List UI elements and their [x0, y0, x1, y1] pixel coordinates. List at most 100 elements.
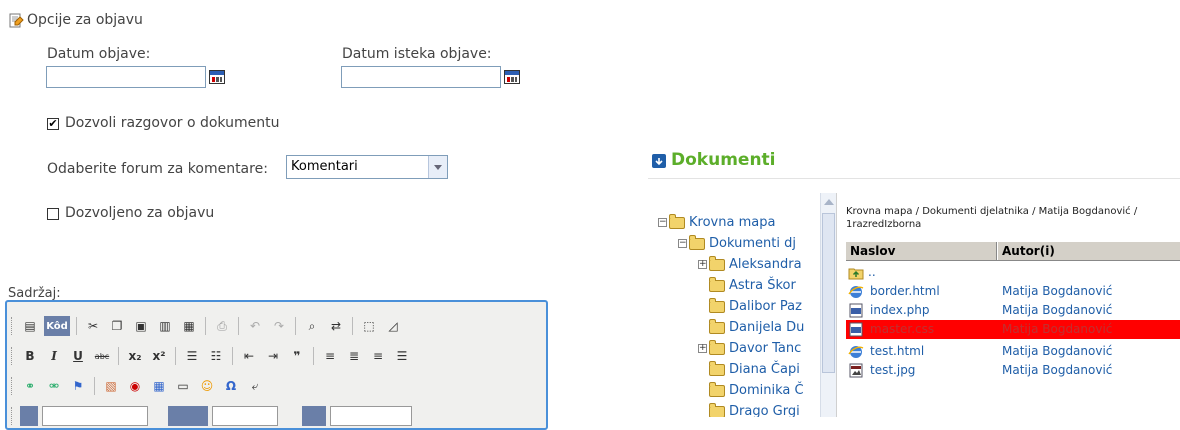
subscript-icon[interactable]: x₂ [125, 346, 145, 366]
file-row[interactable]: index.php Matija Bogdanović [846, 301, 1180, 320]
expand-icon[interactable]: + [698, 344, 707, 353]
unlink-icon[interactable]: ⚮ [44, 376, 64, 396]
redo-icon[interactable]: ↷ [269, 316, 289, 336]
tree-item[interactable]: Dominika Č [709, 381, 804, 398]
documents-title: Dokumenti [671, 150, 776, 170]
smiley-icon[interactable]: ☺ [197, 376, 217, 396]
link-icon[interactable]: ⚭ [20, 376, 40, 396]
tree-item[interactable]: Dalibor Paz [709, 297, 802, 314]
editor-toolbar-row-3: ⚭ ⚮ ⚑ ▧ ◉ ▦ ▭ ☺ Ω ⤶ [11, 374, 269, 398]
file-row[interactable]: test.html Matija Bogdanović [846, 342, 1180, 361]
table-icon[interactable]: ▦ [149, 376, 169, 396]
rich-text-editor[interactable]: ▤ Kôd ✂ ❐ ▣ ▥ ▦ ⎙ ↶ ↷ ⌕ ⇄ ⬚ ◿ B I U abc … [5, 300, 548, 430]
font-select[interactable] [330, 406, 412, 426]
print-icon[interactable]: ⎙ [212, 316, 232, 336]
file-row[interactable]: border.html Matija Bogdanović [846, 282, 1180, 301]
toolbar-grip [11, 347, 14, 365]
align-justify-icon[interactable]: ☰ [392, 346, 412, 366]
image-icon [849, 363, 863, 378]
cut-icon[interactable]: ✂ [83, 316, 103, 336]
folder-icon [709, 360, 725, 376]
allow-discussion-checkbox[interactable]: ✔ [47, 118, 59, 130]
numbered-list-icon[interactable]: ☰ [182, 346, 202, 366]
tree-item[interactable]: Astra Škor [709, 276, 796, 293]
tree-scrollbar[interactable] [820, 193, 837, 417]
bulleted-list-icon[interactable]: ☷ [206, 346, 226, 366]
collapse-icon[interactable]: − [658, 218, 667, 227]
file-row[interactable]: test.jpg Matija Bogdanović [846, 361, 1180, 380]
superscript-icon[interactable]: x² [149, 346, 169, 366]
italic-icon[interactable]: I [44, 346, 64, 366]
remove-format-icon[interactable]: ◿ [383, 316, 403, 336]
tree-item[interactable]: + Davor Tanc [698, 339, 801, 356]
column-divider [996, 242, 998, 260]
scrollbar-thumb[interactable] [822, 213, 835, 373]
folder-icon [689, 234, 705, 250]
folder-icon [669, 213, 685, 229]
special-char-icon[interactable]: Ω [221, 376, 241, 396]
align-center-icon[interactable]: ≣ [344, 346, 364, 366]
preview-icon[interactable]: ▤ [20, 316, 40, 336]
allowed-publish-label: Dozvoljeno za objavu [65, 205, 215, 221]
anchor-flag-icon[interactable]: ⚑ [68, 376, 88, 396]
scroll-up-icon[interactable] [824, 199, 834, 205]
editor-toolbar-row-2: B I U abc x₂ x² ☰ ☷ ⇤ ⇥ ❞ ≡ ≣ ≡ ☰ [11, 344, 416, 368]
parent-folder-label: .. [868, 265, 876, 279]
paste-icon[interactable]: ▣ [131, 316, 151, 336]
column-header-authors[interactable]: Autor(i) [1002, 244, 1055, 258]
content-label: Sadržaj: [8, 286, 61, 301]
publish-date-input[interactable] [46, 66, 206, 88]
page-break-icon[interactable]: ⤶ [245, 376, 265, 396]
chevron-down-icon[interactable] [428, 156, 447, 178]
image-icon[interactable]: ▧ [101, 376, 121, 396]
folder-icon [709, 255, 725, 271]
folder-tree[interactable]: − Krovna mapa − Dokumenti dj + Aleksandra A… [648, 193, 820, 417]
forum-select-value: Komentari [291, 159, 358, 174]
outdent-icon[interactable]: ⇤ [239, 346, 259, 366]
tree-item[interactable]: − Krovna mapa [658, 213, 775, 230]
collapse-icon[interactable]: − [678, 239, 687, 248]
paste-text-icon[interactable]: ▥ [155, 316, 175, 336]
align-right-icon[interactable]: ≡ [368, 346, 388, 366]
tree-item[interactable]: Drago Grgi [709, 402, 800, 417]
parent-folder-row[interactable]: .. [846, 263, 1180, 282]
tree-item[interactable]: − Dokumenti dj [678, 234, 796, 251]
copy-icon[interactable]: ❐ [107, 316, 127, 336]
style-select[interactable] [42, 406, 148, 426]
forum-select[interactable]: Komentari [286, 155, 448, 179]
paste-word-icon[interactable]: ▦ [179, 316, 199, 336]
file-row-selected[interactable]: master.css Matija Bogdanović [846, 320, 1180, 339]
source-code-button[interactable]: Kôd [44, 316, 70, 336]
html-icon [848, 346, 864, 358]
format-label-icon [168, 406, 208, 426]
css-icon [849, 322, 863, 337]
flash-icon[interactable]: ◉ [125, 376, 145, 396]
align-left-icon[interactable]: ≡ [320, 346, 340, 366]
breadcrumb: Krovna mapa / Dokumenti djelatnika / Mat… [846, 206, 1138, 230]
tree-item[interactable]: + Aleksandra [698, 255, 802, 272]
toolbar-grip [11, 317, 14, 335]
indent-icon[interactable]: ⇥ [263, 346, 283, 366]
find-icon[interactable]: ⌕ [302, 316, 322, 336]
horizontal-line-icon[interactable]: ▭ [173, 376, 193, 396]
replace-icon[interactable]: ⇄ [326, 316, 346, 336]
column-header-title[interactable]: Naslov [850, 244, 895, 258]
format-select[interactable] [212, 406, 278, 426]
calendar-icon[interactable] [504, 70, 520, 84]
underline-icon[interactable]: U [68, 346, 88, 366]
allowed-publish-checkbox[interactable] [47, 208, 59, 220]
allow-discussion-label: Dozvoli razgovor o dokumentu [65, 115, 280, 131]
tree-item[interactable]: Danijela Du [709, 318, 804, 335]
expand-icon[interactable]: + [698, 260, 707, 269]
calendar-icon[interactable] [209, 70, 225, 84]
folder-icon [709, 339, 725, 355]
expiry-date-input[interactable] [341, 66, 501, 88]
folder-icon [709, 276, 725, 292]
blockquote-icon[interactable]: ❞ [287, 346, 307, 366]
bold-icon[interactable]: B [20, 346, 40, 366]
undo-icon[interactable]: ↶ [245, 316, 265, 336]
file-table-header: Naslov Autor(i) [846, 242, 1180, 261]
strikethrough-icon[interactable]: abc [92, 346, 112, 366]
select-all-icon[interactable]: ⬚ [359, 316, 379, 336]
tree-item[interactable]: Diana Čapi [709, 360, 800, 377]
